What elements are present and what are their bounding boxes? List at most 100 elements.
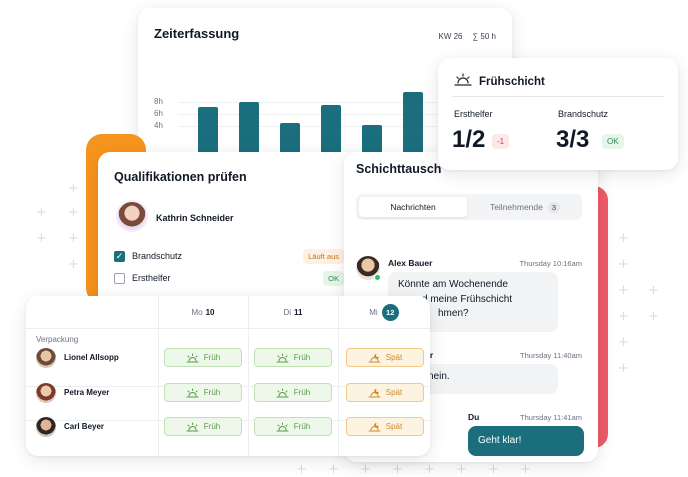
avatar	[36, 348, 56, 368]
qualification-label: Brandschutz	[132, 251, 183, 261]
plus-decoration: +	[618, 361, 629, 376]
plus-decoration: +	[520, 462, 531, 477]
plus-decoration: +	[328, 462, 339, 477]
sunrise-icon	[276, 388, 289, 398]
tab-participants-label: Teilnehmende	[489, 202, 543, 212]
stat-label: Ersthelfer	[454, 109, 493, 119]
plus-decoration: +	[618, 257, 629, 272]
day-number: 10	[205, 307, 215, 317]
schedule-card: Mo 10 Di 11 Mi 12 Verpackung Lionel Allsopp…	[26, 296, 430, 456]
day-header-mi[interactable]: Mi 12	[338, 296, 430, 328]
plus-decoration: +	[360, 462, 371, 477]
plus-decoration: +	[618, 231, 629, 246]
group-label: Verpackung	[36, 335, 79, 344]
status-badge: Läuft aus	[303, 248, 344, 264]
shift-pill-early[interactable]: Früh	[254, 348, 332, 367]
tab-participants[interactable]: Teilnehmende 3	[470, 197, 580, 217]
message-sender: Alex Bauer	[388, 258, 433, 268]
plus-decoration: +	[648, 283, 659, 298]
checkbox[interactable]: ✓	[114, 250, 125, 262]
message-time: Thursday 11:40am	[520, 351, 582, 360]
plus-decoration: +	[618, 283, 629, 298]
tab-messages[interactable]: Nachrichten	[359, 197, 467, 217]
moonrise-icon	[368, 422, 381, 432]
shift-pill-late[interactable]: Spät	[346, 417, 424, 436]
shift-label: Spät	[385, 353, 403, 362]
participants-count-badge: 3	[547, 201, 561, 213]
divider	[452, 96, 664, 97]
message-time: Thursday 10:16am	[519, 259, 582, 268]
shift-label: Spät	[385, 422, 403, 431]
moonrise-icon	[368, 388, 381, 398]
day-number: 11	[294, 307, 303, 317]
plus-decoration: +	[296, 462, 307, 477]
day-abbr: Mo	[191, 307, 203, 317]
status-badge: OK	[602, 134, 624, 149]
checkbox[interactable]	[114, 272, 125, 284]
avatar	[36, 383, 56, 403]
message-bubble: nein.	[414, 364, 558, 394]
shift-label: Früh	[293, 388, 311, 397]
avatar	[36, 417, 56, 437]
shift-label: Früh	[203, 388, 221, 397]
plus-decoration: +	[392, 462, 403, 477]
shift-pill-late[interactable]: Spät	[346, 383, 424, 402]
shift-pill-early[interactable]: Früh	[254, 417, 332, 436]
sunrise-icon	[454, 73, 472, 90]
moonrise-icon	[368, 353, 381, 363]
shift-label: Früh	[293, 422, 311, 431]
plus-decoration: +	[424, 462, 435, 477]
plus-decoration: +	[68, 205, 79, 220]
plus-decoration: +	[456, 462, 467, 477]
plus-decoration: +	[618, 335, 629, 350]
day-header-di[interactable]: Di 11	[248, 296, 338, 328]
plus-decoration: +	[68, 181, 79, 196]
employee-name: Petra Meyer	[64, 388, 110, 397]
shift-swap-title: Schichttausch	[356, 162, 442, 176]
employee-name: Carl Beyer	[64, 422, 105, 431]
own-message-bubble: Geht klar!	[468, 426, 584, 456]
stat-value: 1/2	[452, 126, 486, 153]
qualification-row-brandschutz[interactable]: ✓ Brandschutz Läuft aus	[114, 248, 344, 264]
time-tracking-meta: KW 26 ∑ 50 h	[438, 32, 496, 41]
message-line: Könnte am Wochenende	[398, 279, 508, 290]
shift-label: Früh	[203, 353, 221, 362]
sunrise-icon	[276, 422, 289, 432]
divider	[26, 328, 430, 329]
qualification-row-ersthelfer[interactable]: Ersthelfer OK	[114, 270, 344, 286]
shift-pill-late[interactable]: Spät	[346, 348, 424, 367]
day-number-badge: 12	[381, 303, 399, 321]
plus-decoration: +	[68, 257, 79, 272]
plus-decoration: +	[648, 309, 659, 324]
total-hours-label: ∑ 50 h	[472, 32, 497, 41]
sunrise-icon	[276, 353, 289, 363]
y-tick-label: 6h	[154, 109, 163, 119]
day-abbr: Di	[283, 307, 292, 317]
plus-decoration: +	[36, 231, 47, 246]
qualification-label: Ersthelfer	[132, 273, 171, 283]
y-tick-label: 4h	[154, 121, 163, 131]
y-tick-label: 8h	[154, 96, 163, 106]
person-name: Kathrin Schneider	[156, 213, 234, 223]
online-indicator	[374, 274, 381, 281]
shift-pill-early[interactable]: Früh	[254, 383, 332, 402]
plus-decoration: +	[36, 205, 47, 220]
week-label: KW 26	[438, 32, 463, 41]
day-abbr: Mi	[369, 307, 378, 317]
shift-pill-early[interactable]: Früh	[164, 417, 242, 436]
qualifications-title: Qualifikationen prüfen	[114, 170, 247, 184]
early-shift-card: Frühschicht Ersthelfer 1/2 -1 Brandschut…	[438, 58, 678, 170]
shift-label: Früh	[293, 353, 311, 362]
qualifications-card: Qualifikationen prüfen Kathrin Schneider…	[98, 152, 360, 312]
day-header-mo[interactable]: Mo 10	[158, 296, 248, 328]
sunrise-icon	[186, 388, 199, 398]
time-tracking-title: Zeiterfassung	[154, 26, 240, 41]
stat-value: 3/3	[556, 126, 590, 153]
shift-pill-early[interactable]: Früh	[164, 383, 242, 402]
status-badge: OK	[323, 270, 344, 286]
shift-pill-early[interactable]: Früh	[164, 348, 242, 367]
tab-bar: Nachrichten Teilnehmende 3	[356, 194, 582, 220]
message-time: Thursday 11:41am	[520, 413, 582, 422]
plus-decoration: +	[488, 462, 499, 477]
employee-name: Lionel Allsopp	[64, 353, 119, 362]
